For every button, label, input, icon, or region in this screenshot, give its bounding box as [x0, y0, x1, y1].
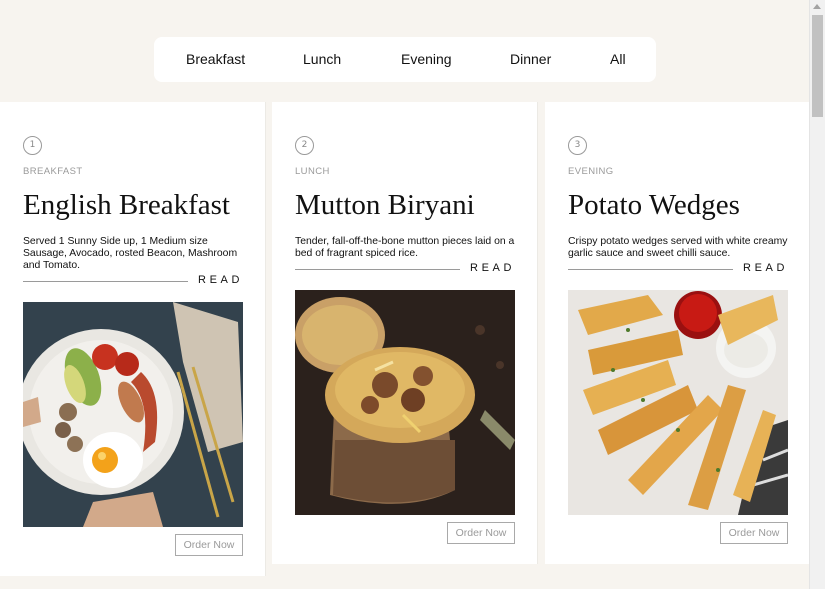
food-image-english-breakfast	[23, 302, 243, 527]
category-nav: Breakfast Lunch Evening Dinner All	[154, 37, 656, 82]
vertical-scrollbar[interactable]	[809, 0, 825, 589]
divider-line	[295, 269, 460, 270]
nav-item-breakfast[interactable]: Breakfast	[186, 51, 245, 67]
read-link[interactable]: READ	[198, 274, 243, 286]
divider-line	[23, 281, 188, 282]
nav-item-evening[interactable]: Evening	[401, 51, 452, 67]
food-image-potato-wedges	[568, 290, 788, 515]
nav-item-lunch[interactable]: Lunch	[303, 51, 341, 67]
order-now-button[interactable]: Order Now	[447, 522, 515, 544]
food-card-english-breakfast: 1 BREAKFAST English Breakfast Served 1 S…	[0, 102, 266, 576]
card-number-badge: 1	[23, 136, 42, 155]
menu-page: Breakfast Lunch Evening Dinner All 1 BRE…	[0, 0, 825, 589]
scrollbar-thumb[interactable]	[812, 15, 823, 117]
food-card-mutton-biryani: 2 LUNCH Mutton Biryani Tender, fall-off-…	[272, 102, 538, 564]
read-link[interactable]: READ	[470, 262, 515, 274]
card-description: Crispy potato wedges served with white c…	[568, 236, 788, 259]
card-number-badge: 2	[295, 136, 314, 155]
read-row: READ	[23, 274, 243, 288]
card-number-badge: 3	[568, 136, 587, 155]
divider-line	[568, 269, 733, 270]
english-breakfast-illustration	[23, 302, 243, 527]
scroll-up-arrow-icon[interactable]	[813, 4, 821, 9]
card-description: Served 1 Sunny Side up, 1 Medium size Sa…	[23, 236, 238, 271]
card-title: Potato Wedges	[568, 189, 740, 221]
card-description: Tender, fall-off-the-bone mutton pieces …	[295, 236, 515, 259]
nav-item-all[interactable]: All	[610, 51, 626, 67]
read-row: READ	[568, 262, 788, 276]
potato-wedges-illustration	[568, 290, 788, 515]
card-category: LUNCH	[295, 166, 330, 177]
food-card-potato-wedges: 3 EVENING Potato Wedges Crispy potato we…	[545, 102, 811, 564]
read-link[interactable]: READ	[743, 262, 788, 274]
card-title: Mutton Biryani	[295, 189, 475, 221]
nav-item-dinner[interactable]: Dinner	[510, 51, 551, 67]
read-row: READ	[295, 262, 515, 276]
order-now-button[interactable]: Order Now	[175, 534, 243, 556]
card-title: English Breakfast	[23, 189, 230, 221]
mutton-biryani-illustration	[295, 290, 515, 515]
food-image-mutton-biryani	[295, 290, 515, 515]
card-category: BREAKFAST	[23, 166, 83, 177]
order-now-button[interactable]: Order Now	[720, 522, 788, 544]
card-category: EVENING	[568, 166, 614, 177]
